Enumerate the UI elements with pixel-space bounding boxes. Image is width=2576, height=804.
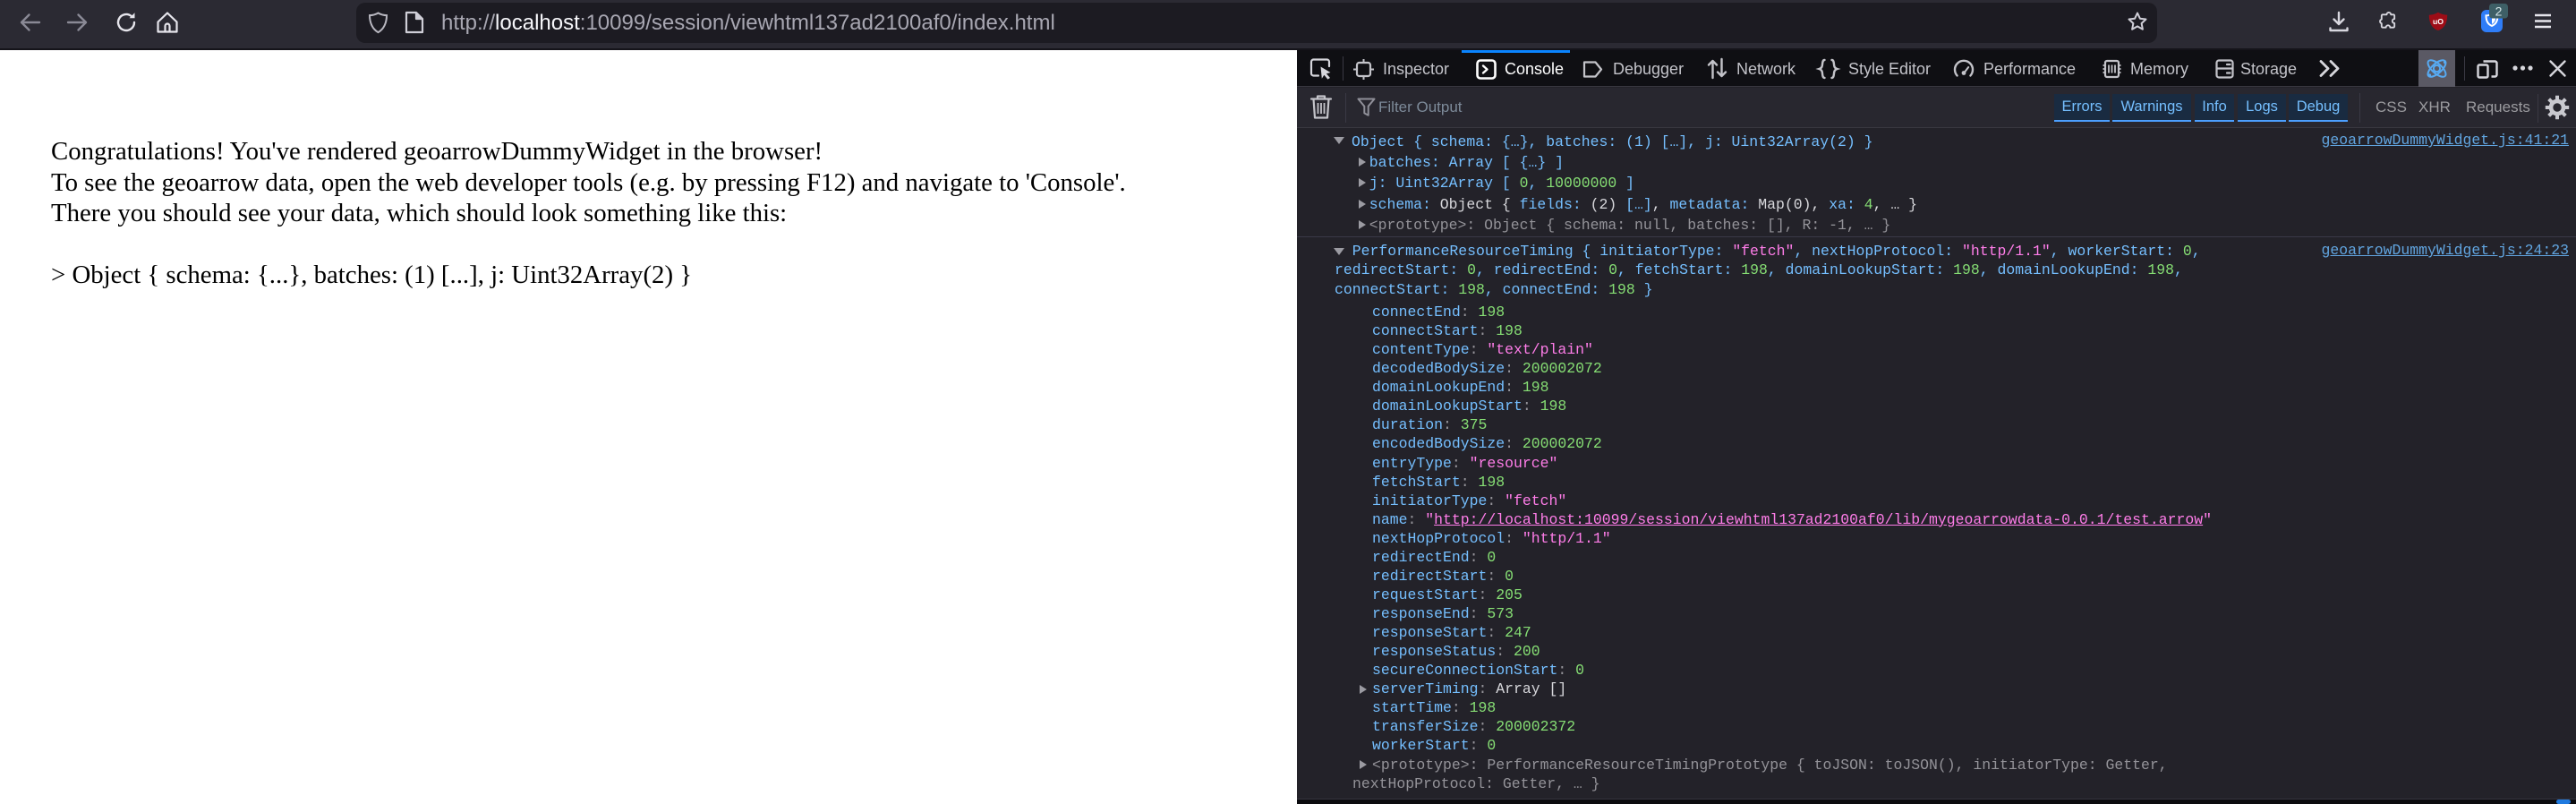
svg-text:2: 2 <box>2495 4 2503 19</box>
svg-text:uO: uO <box>2433 17 2444 26</box>
